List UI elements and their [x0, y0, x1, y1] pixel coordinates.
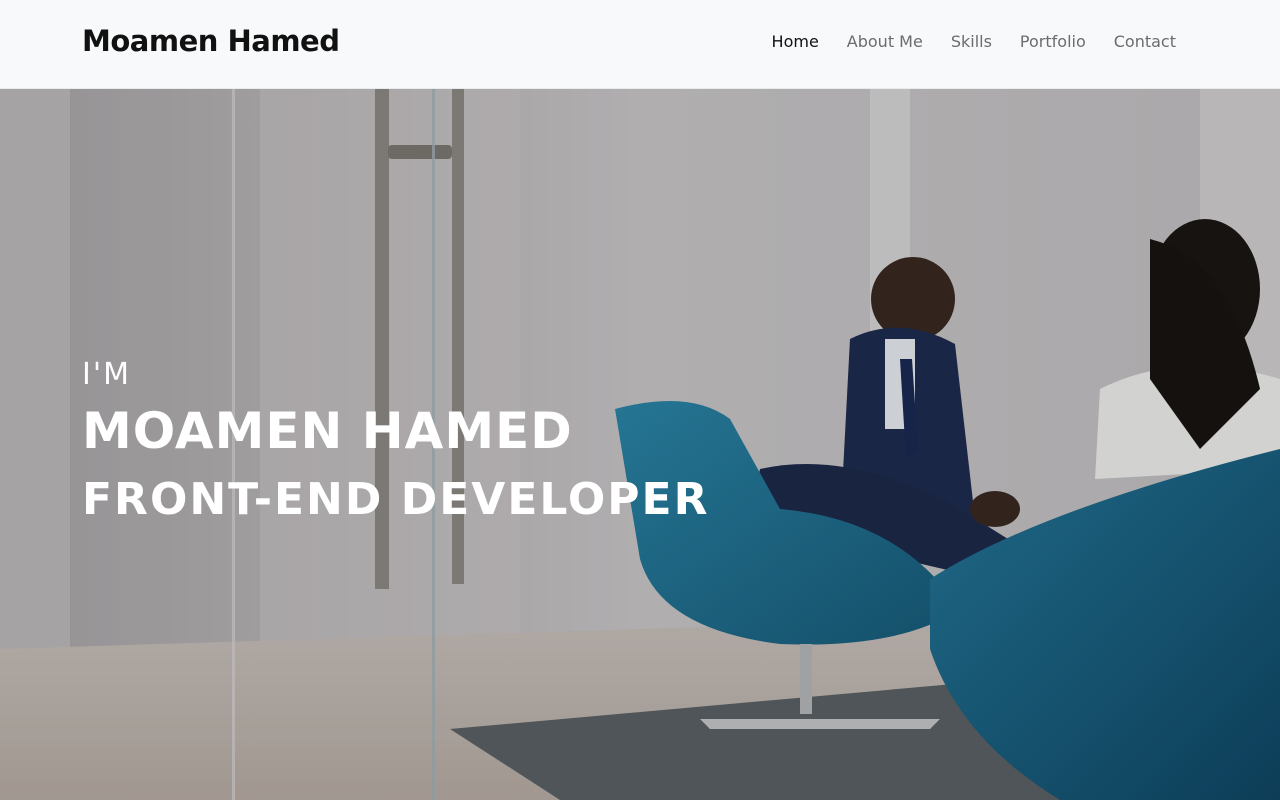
nav-link-home[interactable]: Home — [772, 32, 819, 51]
navbar: Moamen Hamed Home About Me Skills Portfo… — [0, 0, 1280, 89]
brand-logo[interactable]: Moamen Hamed — [82, 24, 340, 58]
hero-section: I'M MOAMEN HAMED FRONT-END DEVELOPER — [0, 89, 1280, 800]
nav-link-skills[interactable]: Skills — [951, 32, 992, 51]
nav-link-portfolio[interactable]: Portfolio — [1020, 32, 1086, 51]
hero-intro: I'M — [82, 357, 131, 392]
hero-role: FRONT-END DEVELOPER — [82, 474, 710, 525]
nav-link-contact[interactable]: Contact — [1114, 32, 1176, 51]
nav-link-about[interactable]: About Me — [847, 32, 923, 51]
nav-menu: Home About Me Skills Portfolio Contact — [772, 32, 1176, 51]
hero-name: MOAMEN HAMED — [82, 402, 573, 460]
hero-text: I'M MOAMEN HAMED FRONT-END DEVELOPER — [82, 357, 709, 525]
